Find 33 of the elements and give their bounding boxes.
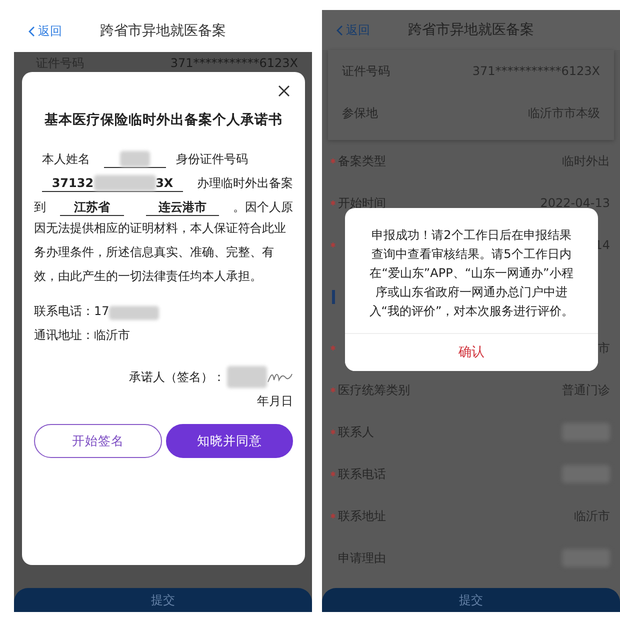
- sign-button[interactable]: 开始签名: [34, 424, 162, 458]
- redacted-blur: [120, 150, 150, 167]
- redacted-blur: [94, 174, 156, 191]
- phone-label: 联系电话：: [34, 303, 94, 320]
- close-icon[interactable]: [277, 84, 291, 98]
- province-field: 江苏省: [60, 198, 124, 216]
- statement-text: 因无法提供相应的证明材料，本人保证符合此业务办理条件，所述信息真实、准确、完整、有效，由此产生的一切法律责任均本人承担。: [34, 220, 287, 286]
- submit-button[interactable]: 提交: [322, 588, 620, 612]
- signer-label: 承诺人（签名）：: [129, 369, 225, 386]
- id-number-end: 3X: [156, 174, 174, 192]
- id-number-start: 37132: [52, 174, 94, 192]
- form-text: 到: [34, 199, 46, 216]
- phone-number: 17: [94, 303, 110, 320]
- confirm-button[interactable]: 确认: [345, 333, 598, 371]
- form-text: 本人姓名: [42, 151, 90, 168]
- chevron-left-icon: [28, 26, 35, 36]
- form-text: 。因个人原: [233, 199, 293, 216]
- redacted-blur: [227, 366, 267, 388]
- form-text: 办理临时外出备案: [197, 175, 293, 192]
- back-link[interactable]: 返回: [14, 21, 68, 41]
- chevron-left-icon: [336, 24, 343, 36]
- submit-button[interactable]: 提交: [14, 588, 312, 612]
- address-text: 通讯地址：临沂市: [34, 327, 131, 344]
- city-field: 连云港市: [146, 198, 219, 216]
- date-label: 年月日: [256, 393, 293, 410]
- agree-button[interactable]: 知晓并同意: [166, 424, 293, 458]
- page-title: 跨省市异地就医备案: [99, 22, 227, 40]
- page-title: 跨省市异地就医备案: [407, 20, 535, 40]
- redacted-blur: [109, 306, 160, 320]
- dialog-message: 申报成功！请2个工作日后在申报结果查询中查看审核结果。请5个工作日内在“爱山东”APP、“山东一网通办”小程序或山东省政府一网通办总门户中进入“我的评价”，对本次服务进行评价。: [368, 227, 575, 320]
- dialog-title: 基本医疗保险临时外出备案个人承诺书: [44, 111, 284, 130]
- section-marker: [332, 290, 335, 304]
- form-text: 身份证件号码: [176, 151, 248, 168]
